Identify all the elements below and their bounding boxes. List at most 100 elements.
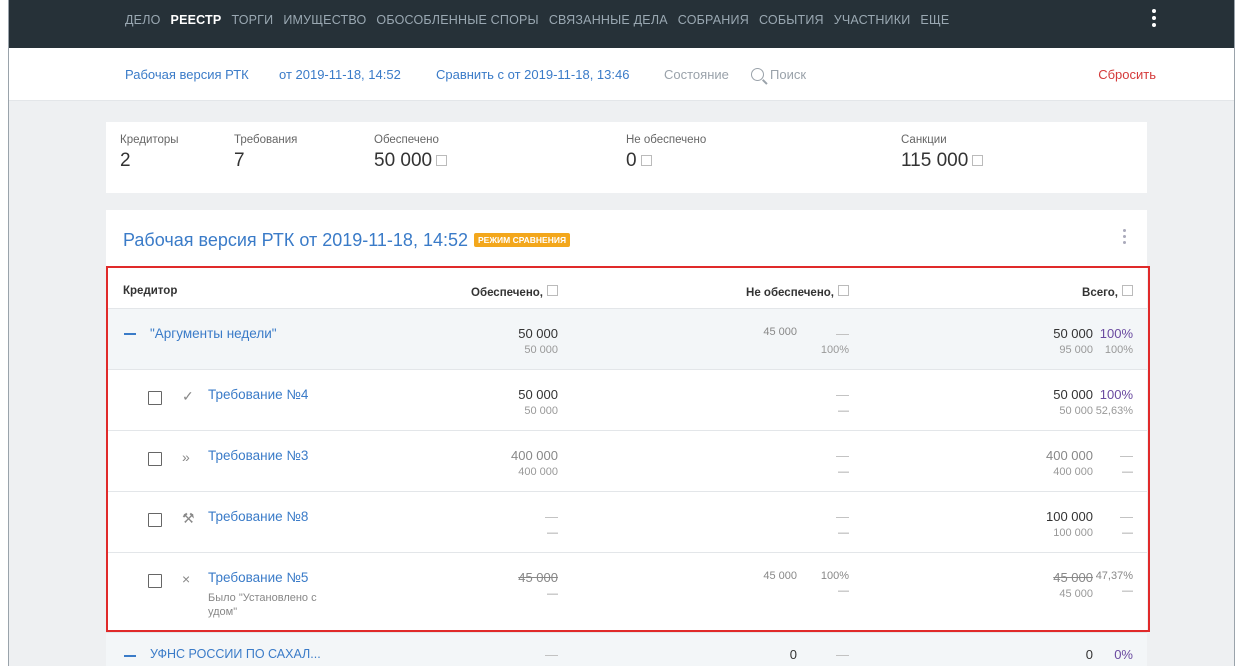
tab-more[interactable]: Еще (920, 0, 949, 40)
total-pct-prev: 52,63% (1095, 405, 1133, 417)
secured-value-prev: 50 000 (524, 344, 558, 356)
secured-value-prev: 50 000 (524, 405, 558, 417)
tab-reestr[interactable]: Реестр (171, 0, 222, 40)
court-hammer-icon: ⚒ (182, 510, 195, 526)
unsecured-value-prev: — (838, 466, 849, 478)
registry-table: Кредитор Обеспечено, Не обеспечено, Всег… (106, 268, 1147, 666)
version-link[interactable]: Рабочая версия РТК (125, 67, 249, 82)
total-value-prev: 95 000 (1059, 344, 1093, 356)
table-row: ✓ Требование №4 50 000 50 000 — — 50 000 50… (106, 370, 1147, 431)
total-value: 50 000 (1053, 387, 1093, 402)
currency-icon (436, 155, 448, 166)
unsecured-value-prev: — (838, 405, 849, 417)
row-checkbox[interactable] (148, 391, 162, 405)
collapse-icon[interactable] (124, 655, 136, 657)
table-row: ⚒ Требование №8 — — — — 100 000 100 000 — — (106, 492, 1147, 553)
total-value-prev: 45 000 (1059, 588, 1093, 600)
app-frame: Дело Реестр Торги Имущество Обособленные… (8, 0, 1235, 666)
claim-name[interactable]: Требование №3 (208, 448, 308, 463)
tab-torgi[interactable]: Торги (231, 0, 273, 40)
tab-delo[interactable]: Дело (125, 0, 161, 40)
creditor-name[interactable]: "Аргументы недели" (150, 326, 277, 341)
stat-value: 115 000 (901, 150, 969, 171)
currency-icon (640, 155, 652, 166)
summary-card: Кредиторы 2 Требования 7 Обеспечено 50 0… (106, 122, 1147, 193)
check-icon: ✓ (182, 388, 194, 404)
creditor-name[interactable]: УФНС РОССИИ ПО САХАЛ... (150, 647, 321, 661)
search-placeholder: Поиск (770, 67, 807, 82)
secured-value: — (545, 509, 558, 524)
search-icon (751, 68, 764, 81)
row-checkbox[interactable] (148, 452, 162, 466)
stat-value: 2 (120, 150, 131, 171)
tab-participants[interactable]: Участники (834, 0, 911, 40)
stat-creditors: Кредиторы 2 (120, 134, 179, 172)
search-input[interactable]: Поиск (751, 67, 806, 82)
state-filter[interactable]: Состояние (664, 67, 729, 82)
unsecured-value: 45 000 (763, 326, 797, 338)
tab-meetings[interactable]: Собрания (678, 0, 749, 40)
claim-name[interactable]: Требование №4 (208, 387, 308, 402)
unsecured-value: — (836, 509, 849, 524)
more-vertical-icon[interactable] (1146, 6, 1162, 32)
total-value: 0 (1085, 647, 1093, 662)
header-total: Всего, (1082, 285, 1133, 299)
tab-imushchestvo[interactable]: Имущество (283, 0, 366, 40)
compare-link[interactable]: Сравнить с от 2019-11-18, 13:46 (436, 67, 629, 82)
table-row-group: "Аргументы недели" 50 000 50 000 45 000 —… (106, 309, 1147, 370)
total-value-prev: 400 000 (1053, 466, 1093, 478)
row-checkbox[interactable] (148, 574, 162, 588)
secured-value: 400 000 (511, 448, 558, 463)
total-pct: — (1120, 509, 1133, 524)
header-total-label: Всего, (1082, 287, 1118, 299)
unsecured-value: — (836, 387, 849, 402)
reset-button[interactable]: Сбросить (1098, 67, 1156, 82)
secured-value-prev: — (547, 527, 558, 539)
unsecured-value-prev: — (838, 527, 849, 539)
header-secured: Обеспечено, (471, 285, 558, 299)
currency-icon (972, 155, 984, 166)
stat-label: Не обеспечено (626, 134, 707, 146)
double-chevron-icon: » (182, 449, 190, 465)
claim-change-note: Было "Установлено с удом" (208, 592, 317, 618)
unsecured-value: 0 (789, 647, 797, 662)
stat-value: 50 000 (374, 150, 433, 171)
tab-related-cases[interactable]: Связанные дела (549, 0, 668, 40)
total-pct: 0% (1114, 647, 1133, 662)
row-checkbox[interactable] (148, 513, 162, 527)
secured-value: 45 000 (518, 570, 558, 585)
date-link[interactable]: от 2019-11-18, 14:52 (279, 67, 401, 82)
currency-icon (838, 285, 849, 296)
stat-unsecured: Не обеспечено 0 (626, 134, 706, 172)
secured-value: — (545, 647, 558, 662)
collapse-icon[interactable] (124, 333, 136, 335)
total-pct-prev: — (1122, 527, 1133, 539)
stat-claims: Требования 7 (234, 134, 297, 172)
stat-label: Санкции (901, 134, 947, 146)
registry-panel: Рабочая версия РТК от 2019-11-18, 14:52 Р… (106, 210, 1147, 666)
panel-title-text: Рабочая версия РТК от 2019-11-18, 14:52 (123, 230, 468, 250)
total-value: 50 000 (1053, 326, 1093, 341)
panel-title: Рабочая версия РТК от 2019-11-18, 14:52 Р… (123, 230, 571, 251)
total-value: 400 000 (1046, 448, 1093, 463)
table-header: Кредитор Обеспечено, Не обеспечено, Всег… (106, 268, 1147, 309)
secured-value: 50 000 (518, 326, 558, 341)
claim-name[interactable]: Требование №8 (208, 509, 308, 524)
stat-sanctions: Санкции 115 000 (901, 134, 984, 172)
tab-events[interactable]: События (759, 0, 824, 40)
header-unsecured: Не обеспечено, (746, 285, 849, 299)
panel-menu-icon[interactable] (1119, 226, 1129, 250)
unsecured-pct-prev: 100% (820, 344, 849, 356)
compare-mode-badge: Режим сравнения (474, 233, 571, 247)
nav-tabs: Дело Реестр Торги Имущество Обособленные… (125, 0, 959, 40)
total-pct: 100% (1099, 326, 1133, 341)
tab-disputes[interactable]: Обособленные споры (376, 0, 538, 40)
top-navigation: Дело Реестр Торги Имущество Обособленные… (9, 0, 1234, 48)
total-pct-prev: 100% (1104, 344, 1133, 356)
claim-name[interactable]: Требование №5 (208, 570, 308, 585)
secured-value-prev: 400 000 (518, 466, 558, 478)
header-unsecured-label: Не обеспечено, (746, 287, 834, 299)
stat-secured: Обеспечено 50 000 (374, 134, 448, 172)
unsecured-pct: 100% (820, 570, 849, 582)
stat-label: Кредиторы (120, 134, 179, 146)
